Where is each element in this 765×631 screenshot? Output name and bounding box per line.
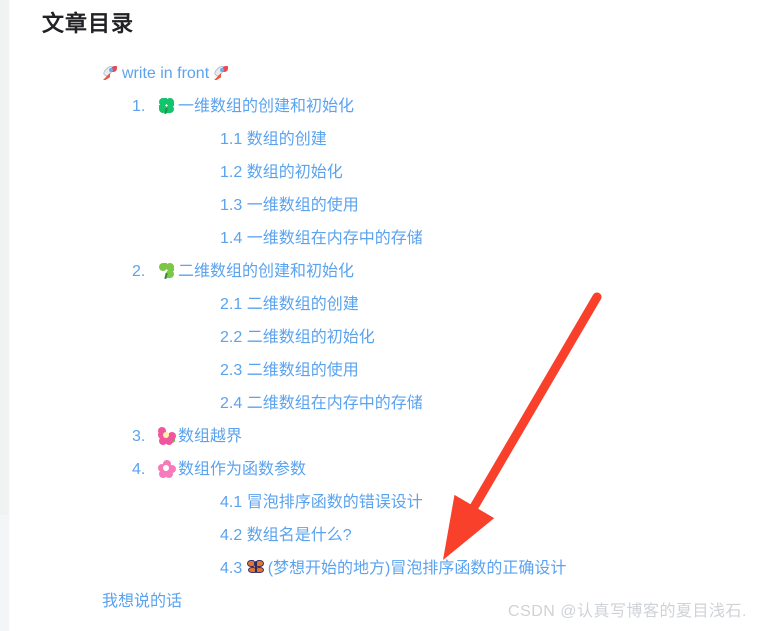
toc-link-2-1[interactable]: 2.1 二维数组的创建 [220,296,359,313]
toc-item-label: 一维数组的创建和初始化 [178,98,355,115]
toc-item-label: 二维数组的创建和初始化 [178,263,355,280]
toc-link-2-4[interactable]: 2.4 二维数组在内存中的存储 [220,395,423,412]
toc-item-label: 数组作为函数参数 [178,461,307,478]
toc-front-row: write in front [10,57,765,90]
toc-subitem-2-3: 2.3 二维数组的使用 [10,354,765,387]
toc-link-2-2[interactable]: 2.2 二维数组的初始化 [220,329,375,346]
toc-link-1-2[interactable]: 1.2 数组的初始化 [220,164,343,181]
toc-subitem-label: 一维数组在内存中的存储 [246,230,423,247]
toc-subitem-number: 2.4 [220,395,243,412]
toc-subitem-number: 1.4 [220,230,243,247]
toc-subitem-label: (梦想开始的地方)冒泡排序函数的正确设计 [267,560,567,577]
csdn-watermark: CSDN @认真写博客的夏目浅石. [508,603,747,620]
toc-item-1: 1. 一维数组的创建和初始化 [10,90,765,123]
toc-subitem-label: 数组的创建 [246,131,327,148]
toc-link-3[interactable]: 数组越界 [158,427,243,445]
shamrock-icon [158,262,175,280]
rocket-icon [213,64,230,81]
toc-link-1-4[interactable]: 1.4 一维数组在内存中的存储 [220,230,423,247]
toc-subitem-label: 二维数组在内存中的存储 [246,395,423,412]
toc-link-tail[interactable]: 我想说的话 [102,593,182,610]
toc-subitem-label: 数组的初始化 [246,164,343,181]
toc-link-2-3[interactable]: 2.3 二维数组的使用 [220,362,359,379]
toc-subitem-label: 数组名是什么? [246,527,352,544]
hibiscus-icon [158,427,176,445]
toc-item-label: 数组越界 [178,428,243,445]
toc-subitem-number: 1.2 [220,164,243,181]
toc-item-number: 1. [132,98,146,115]
toc-subitem-2-4: 2.4 二维数组在内存中的存储 [10,387,765,420]
toc-subitem-number: 1.1 [220,131,243,148]
toc-subitem-1-1: 1.1 数组的创建 [10,123,765,156]
toc-item-number: 3. [132,428,146,445]
toc-front-label: write in front [122,65,210,82]
toc-subitem-1-2: 1.2 数组的初始化 [10,156,765,189]
left-gutter-strip-lower [0,515,9,631]
toc-subitem-4-2: 4.2 数组名是什么? [10,519,765,552]
toc-subitem-number: 2.2 [220,329,243,346]
butterfly-icon [246,559,265,576]
toc-subitem-number: 4.3 [220,560,243,577]
toc-link-1-3[interactable]: 1.3 一维数组的使用 [220,197,359,214]
table-of-contents: write in front 1. 一维数组的创建和初始化 1.1 数组的创建 1… [10,57,765,618]
toc-link-4-2[interactable]: 4.2 数组名是什么? [220,527,352,544]
toc-link-4-3[interactable]: 4.3 (梦想开始的地方)冒泡排序函数的正确设计 [220,560,566,577]
toc-subitem-4-1: 4.1 冒泡排序函数的错误设计 [10,486,765,519]
toc-link-2[interactable]: 二维数组的创建和初始化 [158,263,354,280]
toc-subitem-2-1: 2.1 二维数组的创建 [10,288,765,321]
toc-subitem-number: 2.1 [220,296,243,313]
page-title: 文章目录 [42,11,135,36]
toc-link-4-1[interactable]: 4.1 冒泡排序函数的错误设计 [220,494,423,511]
article-toc-panel: 文章目录 write in front 1. 一维数组的创建和初始化 1.1 数组… [10,0,765,631]
toc-subitem-1-3: 1.3 一维数组的使用 [10,189,765,222]
toc-subitem-label: 冒泡排序函数的错误设计 [246,494,423,511]
toc-subitem-2-2: 2.2 二维数组的初始化 [10,321,765,354]
toc-item-2: 2. 二维数组的创建和初始化 [10,255,765,288]
toc-subitem-4-3: 4.3 (梦想开始的地方)冒泡排序函数的正确设计 [10,552,765,585]
toc-link-1-1[interactable]: 1.1 数组的创建 [220,131,327,148]
toc-item-number: 2. [132,263,146,280]
toc-item-4: 4. 数组作为函数参数 [10,453,765,486]
rocket-icon [102,64,119,81]
toc-link-1[interactable]: 一维数组的创建和初始化 [158,98,354,115]
toc-subitem-label: 一维数组的使用 [246,197,359,214]
toc-item-3: 3. 数组越界 [10,420,765,453]
toc-item-number: 4. [132,461,146,478]
toc-link-4[interactable]: 数组作为函数参数 [158,460,307,478]
toc-link-write-in-front[interactable]: write in front [102,65,230,82]
toc-subitem-1-4: 1.4 一维数组在内存中的存储 [10,222,765,255]
toc-subitem-label: 二维数组的使用 [246,362,359,379]
toc-subitem-number: 4.1 [220,494,243,511]
toc-subitem-number: 1.3 [220,197,243,214]
toc-subitem-number: 2.3 [220,362,243,379]
toc-subitem-number: 4.2 [220,527,243,544]
four-leaf-clover-icon [158,97,175,115]
toc-subitem-label: 二维数组的创建 [246,296,359,313]
toc-subitem-label: 二维数组的初始化 [246,329,375,346]
cherry-blossom-icon [158,460,176,478]
